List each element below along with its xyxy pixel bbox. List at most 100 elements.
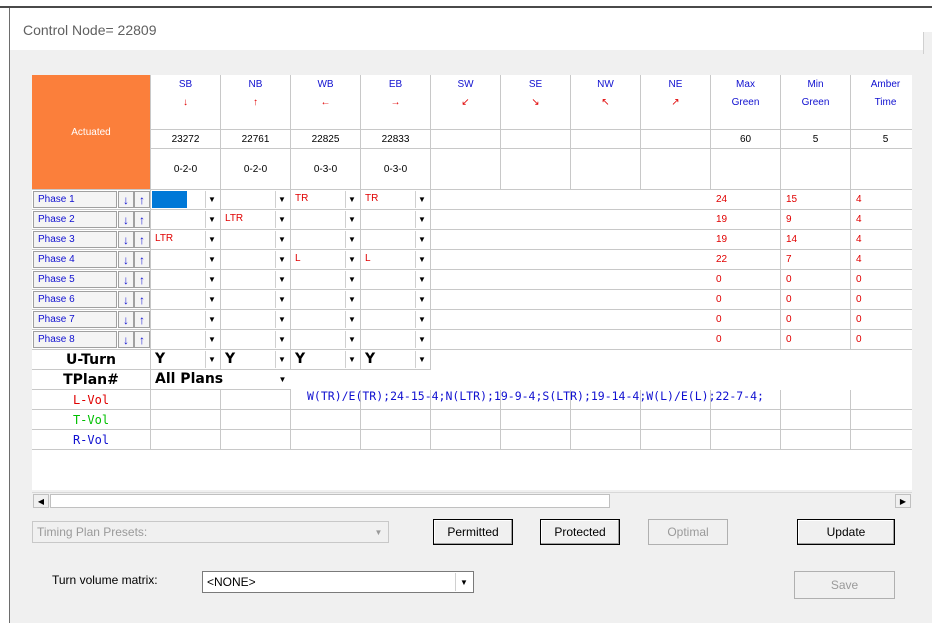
phase-button[interactable]: Phase 7 — [33, 311, 117, 328]
movement-combo[interactable]: TR ▼ — [291, 190, 361, 210]
timing-min-cell[interactable]: 0 — [781, 330, 851, 350]
update-button[interactable]: Update — [797, 519, 895, 545]
volume-cell[interactable] — [221, 430, 291, 450]
movement-combo[interactable]: ▼ — [291, 210, 361, 230]
movement-combo[interactable]: ▼ — [221, 270, 291, 290]
movement-combo[interactable]: ▼ — [221, 330, 291, 350]
movement-combo[interactable]: ▼ — [361, 290, 431, 310]
volume-cell[interactable] — [781, 390, 851, 410]
volume-cell[interactable] — [501, 410, 571, 430]
timing-amber-cell[interactable]: 0 — [851, 330, 912, 350]
volume-cell[interactable] — [711, 410, 781, 430]
volume-cell[interactable] — [291, 410, 361, 430]
permitted-button[interactable]: Permitted — [433, 519, 513, 545]
volume-cell[interactable] — [151, 430, 221, 450]
timing-max-cell[interactable]: 0 — [711, 290, 781, 310]
timing-plan-presets-select[interactable]: Timing Plan Presets: ▼ — [32, 521, 389, 543]
save-button[interactable]: Save — [794, 571, 895, 599]
scroll-left-button[interactable]: ◀ — [33, 494, 49, 508]
phase-button[interactable]: Phase 4 — [33, 251, 117, 268]
timing-amber-cell[interactable]: 0 — [851, 290, 912, 310]
movement-combo[interactable]: LTR ▼ — [151, 230, 221, 250]
movement-combo[interactable]: ▼ — [221, 290, 291, 310]
uturn-combo[interactable]: Y ▼ — [291, 350, 361, 370]
volume-cell[interactable] — [431, 430, 501, 450]
move-down-arrow-icon[interactable]: ↓ — [118, 231, 134, 248]
volume-cell[interactable] — [221, 390, 291, 410]
move-up-arrow-icon[interactable]: ↑ — [134, 291, 150, 308]
movement-combo[interactable]: ▼ — [291, 290, 361, 310]
timing-min-cell[interactable]: 0 — [781, 310, 851, 330]
movement-combo[interactable]: ▼ — [291, 230, 361, 250]
volume-cell[interactable] — [781, 430, 851, 450]
move-down-arrow-icon[interactable]: ↓ — [118, 311, 134, 328]
uturn-combo[interactable]: Y ▼ — [221, 350, 291, 370]
move-up-arrow-icon[interactable]: ↑ — [134, 311, 150, 328]
movement-combo[interactable]: ▼ — [151, 310, 221, 330]
movement-combo[interactable]: ▼ — [361, 210, 431, 230]
volume-cell[interactable] — [431, 410, 501, 430]
volume-cell[interactable] — [851, 390, 912, 410]
timing-amber-cell[interactable]: 4 — [851, 230, 912, 250]
timing-amber-cell[interactable]: 4 — [851, 210, 912, 230]
volume-cell[interactable] — [361, 410, 431, 430]
protected-button[interactable]: Protected — [540, 519, 620, 545]
volume-cell[interactable] — [851, 410, 912, 430]
timing-min-cell[interactable]: 7 — [781, 250, 851, 270]
volume-cell[interactable] — [151, 410, 221, 430]
horizontal-scrollbar[interactable]: ◀ ▶ — [32, 492, 912, 508]
movement-combo[interactable]: ▼ — [151, 290, 221, 310]
volume-cell[interactable] — [571, 430, 641, 450]
movement-combo[interactable]: ▼ — [291, 330, 361, 350]
move-up-arrow-icon[interactable]: ↑ — [134, 191, 150, 208]
phase-button[interactable]: Phase 8 — [33, 331, 117, 348]
timing-amber-cell[interactable]: 0 — [851, 310, 912, 330]
timing-min-cell[interactable]: 0 — [781, 270, 851, 290]
timing-min-cell[interactable]: 15 — [781, 190, 851, 210]
volume-cell[interactable] — [711, 430, 781, 450]
timing-max-cell[interactable]: 24 — [711, 190, 781, 210]
movement-combo[interactable]: ▼ — [291, 310, 361, 330]
scroll-thumb[interactable] — [50, 494, 610, 508]
phase-button[interactable]: Phase 6 — [33, 291, 117, 308]
timing-max-cell[interactable]: 19 — [711, 210, 781, 230]
scroll-right-button[interactable]: ▶ — [895, 494, 911, 508]
timing-amber-cell[interactable]: 4 — [851, 190, 912, 210]
volume-cell[interactable] — [571, 410, 641, 430]
movement-combo[interactable]: ▼ — [221, 230, 291, 250]
timing-min-cell[interactable]: 9 — [781, 210, 851, 230]
movement-combo[interactable]: ▼ — [291, 270, 361, 290]
movement-combo[interactable]: L ▼ — [361, 250, 431, 270]
phase-button[interactable]: Phase 3 — [33, 231, 117, 248]
timing-max-cell[interactable]: 22 — [711, 250, 781, 270]
timing-min-cell[interactable]: 14 — [781, 230, 851, 250]
timing-max-cell[interactable]: 0 — [711, 270, 781, 290]
volume-cell[interactable] — [641, 430, 711, 450]
movement-combo[interactable]: LTR ▼ — [221, 210, 291, 230]
movement-combo[interactable]: L ▼ — [291, 250, 361, 270]
timing-min-cell[interactable]: 0 — [781, 290, 851, 310]
timing-max-cell[interactable]: 0 — [711, 330, 781, 350]
movement-combo[interactable]: ▼ — [361, 270, 431, 290]
movement-combo[interactable]: ▼ — [361, 330, 431, 350]
turn-volume-matrix-select[interactable]: <NONE> ▼ — [202, 571, 474, 593]
volume-cell[interactable] — [151, 390, 221, 410]
volume-cell[interactable] — [361, 430, 431, 450]
move-down-arrow-icon[interactable]: ↓ — [118, 191, 134, 208]
optimal-button[interactable]: Optimal — [648, 519, 728, 545]
movement-combo[interactable]: ▼ — [361, 230, 431, 250]
move-up-arrow-icon[interactable]: ↑ — [134, 271, 150, 288]
move-up-arrow-icon[interactable]: ↑ — [134, 331, 150, 348]
timing-max-cell[interactable]: 0 — [711, 310, 781, 330]
phase-button[interactable]: Phase 1 — [33, 191, 117, 208]
tplan-combo[interactable]: All Plans ▼ — [151, 370, 291, 390]
uturn-combo[interactable]: Y ▼ — [361, 350, 431, 370]
movement-combo[interactable]: ▼ — [151, 190, 221, 210]
movement-combo[interactable]: ▼ — [151, 210, 221, 230]
movement-combo[interactable]: ▼ — [151, 330, 221, 350]
movement-combo[interactable]: ▼ — [361, 310, 431, 330]
timing-amber-cell[interactable]: 0 — [851, 270, 912, 290]
timing-max-cell[interactable]: 19 — [711, 230, 781, 250]
volume-cell[interactable] — [781, 410, 851, 430]
move-down-arrow-icon[interactable]: ↓ — [118, 251, 134, 268]
